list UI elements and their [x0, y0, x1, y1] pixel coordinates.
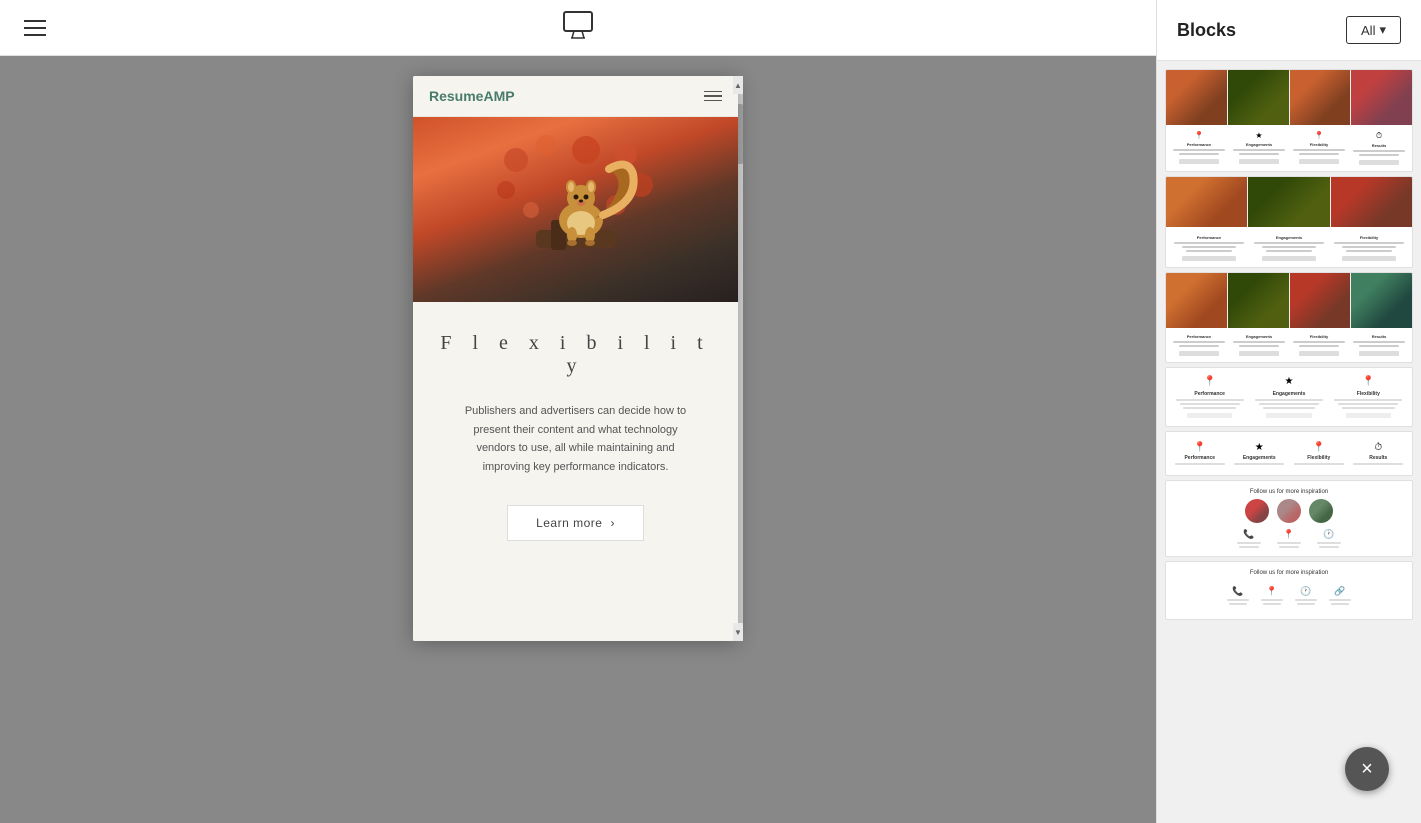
sidebar-header: Blocks All ▾ — [1157, 0, 1421, 61]
preview-title: F l e x i b i l i t y — [437, 332, 714, 378]
block3-item-flexibility: Flexibility — [1290, 334, 1348, 356]
block3-item-results: Results — [1350, 334, 1408, 356]
preview-content: F l e x i b i l i t y Publishers and adv… — [413, 302, 738, 641]
close-button[interactable]: × — [1345, 747, 1389, 791]
block6-address: 📍 — [1277, 529, 1301, 548]
main-area: ▲ ▼ ResumeAMP — [0, 0, 1156, 823]
block6-title: Follow us for more inspiration — [1172, 489, 1406, 495]
block7-clock-icon: 🕐 — [1300, 586, 1311, 597]
block3-img-3 — [1290, 273, 1351, 328]
block2-item-performance: Performance — [1170, 233, 1248, 261]
preview-logo: ResumeAMP — [429, 88, 515, 104]
block2-item-flexibility: Flexibility — [1330, 233, 1408, 261]
block7-links: 🔗 — [1329, 586, 1351, 605]
block4-content: 📍 Performance ★ Engagements 📍 Flexibilit… — [1172, 376, 1406, 418]
sidebar: Blocks All ▾ 📍 Performance — [1156, 0, 1421, 823]
block-card-3[interactable]: Performance Engagements Flexibility Resu… — [1165, 272, 1413, 363]
block-img-3 — [1290, 70, 1351, 125]
mobile-frame-wrapper: ▲ ▼ ResumeAMP — [413, 76, 743, 641]
block6-icons-row: 📞 📍 🕐 — [1172, 529, 1406, 548]
block4-engagements: ★ Engagements — [1251, 376, 1326, 418]
block-card-7[interactable]: Follow us for more inspiration 📞 📍 🕐 — [1165, 561, 1413, 620]
block7-title: Follow us for more inspiration — [1172, 570, 1406, 576]
block-img-1 — [1166, 70, 1227, 125]
block3-img-4 — [1351, 273, 1412, 328]
block-card-4[interactable]: 📍 Performance ★ Engagements 📍 Flexibilit… — [1165, 367, 1413, 427]
preview-area: ▲ ▼ ResumeAMP — [0, 56, 1156, 823]
scroll-down-arrow[interactable]: ▼ — [733, 623, 743, 641]
block2-item-engagements: Engagements — [1250, 233, 1328, 261]
block7-address: 📍 — [1261, 586, 1283, 605]
block-item-performance: 📍 Performance — [1170, 131, 1228, 165]
sidebar-blocks: 📍 Performance ★ Engagements 📍 Flexibilit… — [1157, 61, 1421, 628]
block-item-engagements: ★ Engagements — [1230, 131, 1288, 165]
block2-img-2 — [1248, 177, 1329, 227]
all-filter-button[interactable]: All ▾ — [1346, 16, 1401, 44]
block3-content-row: Performance Engagements Flexibility Resu… — [1166, 328, 1412, 362]
block7-hours: 🕐 — [1295, 586, 1317, 605]
phone-icon: 📞 — [1243, 529, 1254, 540]
block4-flexibility: 📍 Flexibility — [1331, 376, 1406, 418]
block7-link-icon: 🔗 — [1334, 586, 1345, 597]
social-circle-2 — [1277, 499, 1301, 523]
block3-item-performance: Performance — [1170, 334, 1228, 356]
block-card-6[interactable]: Follow us for more inspiration 📞 📍 — [1165, 480, 1413, 557]
clock-icon: 🕐 — [1323, 529, 1334, 540]
block4-performance: 📍 Performance — [1172, 376, 1247, 418]
block3-img-1 — [1166, 273, 1227, 328]
preview-header: ResumeAMP — [413, 76, 738, 117]
block3-img-2 — [1228, 273, 1289, 328]
social-circle-3 — [1309, 499, 1333, 523]
block-item-results: ⏱ Results — [1350, 131, 1408, 165]
preview-body-text: Publishers and advertisers can decide ho… — [456, 402, 696, 477]
preview-hero-image — [413, 117, 738, 302]
block-item-flexibility: 📍 Flexibility — [1290, 131, 1348, 165]
block7-contacts: 📞 — [1227, 586, 1249, 605]
block5-flexibility: 📍 Flexibility — [1291, 442, 1347, 465]
location-icon: 📍 — [1283, 529, 1294, 540]
block-content-row-1: 📍 Performance ★ Engagements 📍 Flexibilit… — [1166, 125, 1412, 171]
mobile-preview-frame: ResumeAMP — [413, 76, 738, 641]
block-card-5[interactable]: 📍 Performance ★ Engagements 📍 Flexibilit… — [1165, 431, 1413, 476]
close-icon: × — [1361, 758, 1373, 781]
toolbar — [0, 0, 1156, 56]
squirrel-svg — [496, 130, 656, 290]
block2-img-1 — [1166, 177, 1247, 227]
block-img-2 — [1228, 70, 1289, 125]
hamburger-icon[interactable] — [24, 20, 46, 36]
block6-contacts-label — [1237, 542, 1261, 544]
block5-performance: 📍 Performance — [1172, 442, 1228, 465]
logo-text-resume: Resume — [429, 88, 483, 104]
logo-text-amp: AMP — [483, 88, 514, 104]
block7-location-icon: 📍 — [1266, 586, 1277, 597]
preview-hamburger-icon[interactable] — [704, 91, 722, 102]
block3-item-engagements: Engagements — [1230, 334, 1288, 356]
block-card-2[interactable]: Performance Engagements Flexibility — [1165, 176, 1413, 268]
block-card-1[interactable]: 📍 Performance ★ Engagements 📍 Flexibilit… — [1165, 69, 1413, 172]
block5-results: ⏱ Results — [1351, 442, 1407, 465]
toolbar-left — [24, 20, 46, 36]
all-btn-label: All — [1361, 23, 1375, 38]
learn-more-button[interactable]: Learn more › — [507, 505, 644, 541]
block6-contacts: 📞 — [1237, 529, 1261, 548]
chevron-right-icon: › — [610, 516, 615, 530]
block6-circles — [1172, 499, 1406, 523]
block6-hours: 🕐 — [1317, 529, 1341, 548]
block7-icons-row: 📞 📍 🕐 🔗 — [1172, 580, 1406, 611]
learn-more-label: Learn more — [536, 516, 602, 530]
block5-engagements: ★ Engagements — [1232, 442, 1288, 465]
social-circle-1 — [1245, 499, 1269, 523]
toolbar-center — [560, 7, 596, 48]
monitor-icon[interactable] — [560, 7, 596, 48]
block2-img-3 — [1331, 177, 1412, 227]
scroll-up-arrow[interactable]: ▲ — [733, 76, 743, 94]
block7-phone-icon: 📞 — [1232, 586, 1243, 597]
block2-content-row: Performance Engagements Flexibility — [1166, 227, 1412, 267]
block-img-4 — [1351, 70, 1412, 125]
all-btn-arrow: ▾ — [1379, 22, 1386, 38]
block3-images-row — [1166, 273, 1412, 328]
block-images-row-2 — [1166, 177, 1412, 227]
block-images-row-1 — [1166, 70, 1412, 125]
sidebar-title: Blocks — [1177, 20, 1236, 41]
